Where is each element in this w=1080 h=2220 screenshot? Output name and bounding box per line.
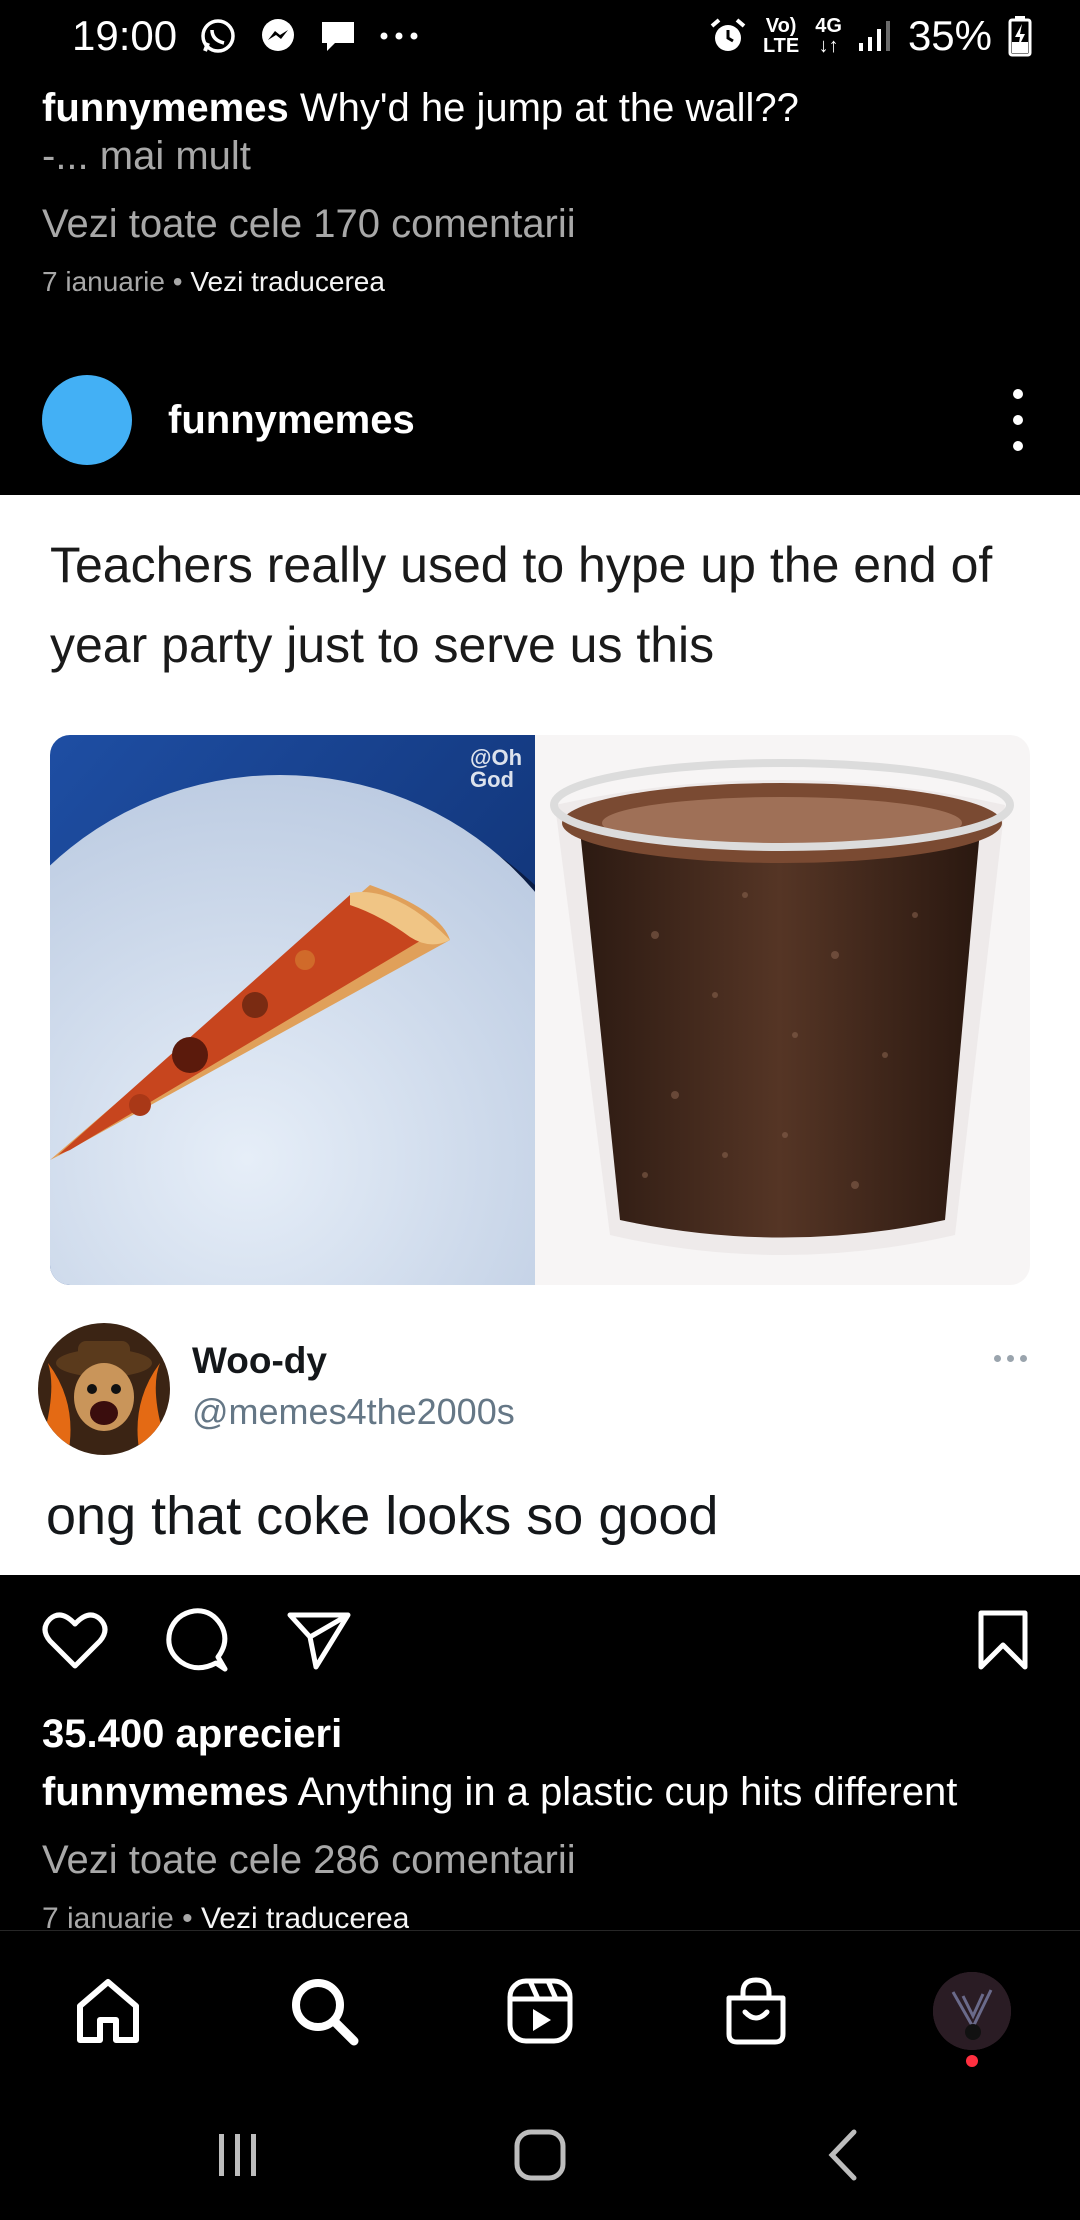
profile-avatar[interactable] xyxy=(932,1971,1012,2051)
status-time: 19:00 xyxy=(72,12,178,59)
back-icon[interactable] xyxy=(802,2120,882,2190)
reels-icon[interactable] xyxy=(500,1971,580,2051)
share-icon[interactable] xyxy=(284,1605,354,1675)
system-navigation-bar xyxy=(0,2090,1080,2220)
post-date: 7 ianuarie xyxy=(42,1902,174,1932)
battery-percent: 35% xyxy=(907,12,992,59)
translate-link[interactable]: Vezi traducerea xyxy=(201,1902,409,1932)
bookmark-icon[interactable] xyxy=(968,1605,1038,1675)
chat-icon xyxy=(319,17,357,55)
previous-post-caption-text: Why'd he jump at the wall?? xyxy=(299,86,799,130)
home-button-icon[interactable] xyxy=(500,2120,580,2190)
pizza-photo: @Oh God xyxy=(50,735,535,1285)
search-icon[interactable] xyxy=(284,1971,364,2051)
coke-cup-photo xyxy=(535,735,1030,1285)
post-caption: funnymemes Anything in a plastic cup hit… xyxy=(42,1770,1052,1815)
volte-indicator: Vo) LTE xyxy=(762,15,800,57)
separator: • xyxy=(164,266,191,297)
heart-icon[interactable] xyxy=(40,1605,110,1675)
tweet-author-handle: @memes4the2000s xyxy=(192,1391,515,1432)
post-date-row: 7 ianuarie • Vezi traducerea xyxy=(42,1902,409,1932)
post-author-username[interactable]: funnymemes xyxy=(168,398,415,443)
post-author-avatar[interactable] xyxy=(42,375,132,465)
previous-post-more-link[interactable]: -... mai mult xyxy=(42,134,251,179)
caption-username[interactable]: funnymemes xyxy=(42,1770,289,1814)
home-icon[interactable] xyxy=(68,1971,148,2051)
previous-post-translate-link[interactable]: Vezi traducerea xyxy=(190,266,385,297)
messenger-icon xyxy=(259,17,297,55)
tweet-author-name: Woo-dy xyxy=(192,1340,327,1381)
tweet-more-icon xyxy=(994,1355,1027,1362)
meme-text: Teachers really used to hype up the end … xyxy=(50,537,993,673)
view-all-comments[interactable]: Vezi toate cele 286 comentarii xyxy=(42,1838,576,1883)
post-image[interactable]: Teachers really used to hype up the end … xyxy=(0,495,1080,1575)
like-count[interactable]: 35.400 aprecieri xyxy=(42,1712,342,1757)
comment-icon[interactable] xyxy=(162,1605,232,1675)
svg-text:God: God xyxy=(470,767,514,792)
shop-icon[interactable] xyxy=(716,1971,796,2051)
signal-icon xyxy=(858,19,892,53)
recent-apps-icon[interactable] xyxy=(198,2120,278,2190)
caption-text: Anything in a plastic cup hits different xyxy=(297,1770,958,1814)
tweet-text: ong that coke looks so good xyxy=(46,1486,719,1546)
bottom-navigation xyxy=(0,1930,1080,2080)
post-options-icon[interactable] xyxy=(998,385,1038,455)
previous-post-date-row: 7 ianuarie • Vezi traducerea xyxy=(42,266,385,298)
battery-charging-icon xyxy=(1008,15,1032,57)
whatsapp-icon xyxy=(199,17,237,55)
alarm-icon xyxy=(709,17,747,55)
notification-dot xyxy=(966,2055,978,2067)
previous-post-username[interactable]: funnymemes xyxy=(42,86,289,130)
post-header: funnymemes xyxy=(0,372,1080,468)
4g-indicator: 4G ↓↑ xyxy=(815,15,842,57)
previous-post-view-comments[interactable]: Vezi toate cele 170 comentarii xyxy=(42,202,576,247)
more-dots-icon xyxy=(379,31,419,41)
separator: • xyxy=(173,1902,201,1932)
previous-post-caption: funnymemes Why'd he jump at the wall?? xyxy=(42,80,1042,136)
status-bar: 19:00 Vo) LTE 4G ↓↑ 35% xyxy=(0,0,1080,72)
post-actions xyxy=(0,1605,1080,1675)
tweet-author-avatar xyxy=(38,1323,170,1455)
previous-post-date: 7 ianuarie xyxy=(42,266,165,297)
